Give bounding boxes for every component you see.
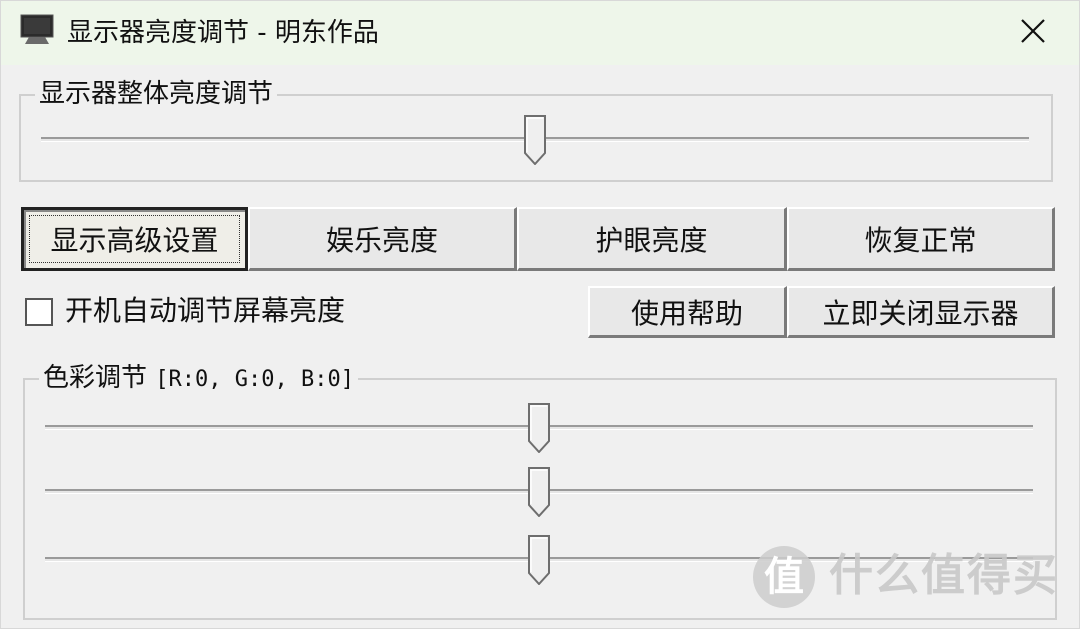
red-slider[interactable] <box>45 403 1033 454</box>
brightness-slider[interactable] <box>41 115 1029 166</box>
color-group-title-text: 色彩调节 <box>43 363 148 393</box>
close-button[interactable] <box>1001 7 1065 59</box>
red-slider-thumb[interactable] <box>528 403 550 454</box>
monitor-icon <box>19 13 55 47</box>
advanced-settings-button[interactable]: 显示高级设置 <box>21 207 248 271</box>
eye-care-brightness-button[interactable]: 护眼亮度 <box>517 207 787 271</box>
restore-normal-button[interactable]: 恢复正常 <box>787 207 1055 271</box>
color-group-title: 色彩调节 [R:0, G:0, B:0] <box>39 363 358 395</box>
app-window: 显示器亮度调节 - 明东作品 显示器整体亮度调节 显示高级设置 娱乐亮度 护眼亮… <box>0 0 1080 629</box>
green-slider[interactable] <box>45 467 1033 518</box>
blue-slider-thumb[interactable] <box>528 535 550 586</box>
brightness-slider-thumb[interactable] <box>524 115 546 166</box>
restore-normal-label: 恢复正常 <box>864 223 977 257</box>
brightness-group-title: 显示器整体亮度调节 <box>35 79 278 109</box>
autostart-label[interactable]: 开机自动调节屏幕亮度 <box>65 293 345 329</box>
blue-slider[interactable] <box>45 535 1033 586</box>
close-monitor-button[interactable]: 立即关闭显示器 <box>787 286 1055 338</box>
focus-ring <box>29 215 240 263</box>
close-monitor-label: 立即关闭显示器 <box>822 296 1019 330</box>
close-icon <box>1020 18 1046 48</box>
window-title: 显示器亮度调节 - 明东作品 <box>67 18 379 48</box>
color-values-readout: [R:0, G:0, B:0] <box>155 367 354 392</box>
entertainment-brightness-button[interactable]: 娱乐亮度 <box>248 207 517 271</box>
help-label: 使用帮助 <box>630 296 743 330</box>
title-bar[interactable]: 显示器亮度调节 - 明东作品 <box>1 1 1079 65</box>
green-slider-thumb[interactable] <box>528 467 550 518</box>
eye-care-brightness-label: 护眼亮度 <box>595 223 708 257</box>
entertainment-brightness-label: 娱乐亮度 <box>325 223 438 257</box>
help-button[interactable]: 使用帮助 <box>588 286 787 338</box>
autostart-checkbox[interactable] <box>25 298 53 326</box>
